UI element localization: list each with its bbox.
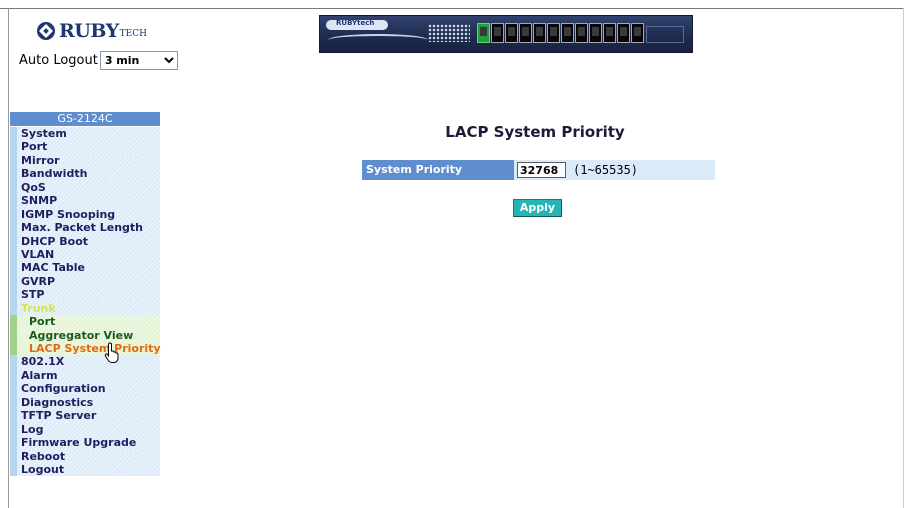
rubytech-logo: RUBY TECH (37, 20, 147, 42)
hand-cursor-icon (104, 342, 119, 363)
switch-device-image: RUBYtech (319, 15, 693, 53)
sfp-slot (646, 26, 684, 43)
sidebar-item-qos[interactable]: QoS (10, 180, 160, 195)
sidebar-item-configuration[interactable]: Configuration (10, 382, 160, 397)
sidebar-item-max-packet-length[interactable]: Max. Packet Length (10, 221, 160, 235)
port-icon (547, 23, 560, 43)
sidebar-item-bandwidth[interactable]: Bandwidth (10, 167, 160, 182)
sidebar-item-vlan[interactable]: VLAN (10, 247, 160, 262)
sidebar-item-tftp-server[interactable]: TFTP Server (10, 409, 160, 424)
sidebar-item-logout[interactable]: Logout (10, 462, 160, 477)
sidebar-item-snmp[interactable]: SNMP (10, 194, 160, 209)
apply-button[interactable]: Apply (513, 199, 562, 217)
sidebar-item-trunk[interactable]: Trunk (10, 301, 160, 316)
sidebar-model-header: GS-2124C (10, 112, 160, 126)
sidebar-item-reboot[interactable]: Reboot (10, 449, 160, 464)
sidebar-item-system[interactable]: System (10, 127, 160, 141)
port-icon (477, 23, 490, 43)
port-icon (631, 23, 644, 43)
device-brand-text: RUBYtech (336, 19, 375, 27)
port-icon (533, 23, 546, 43)
system-priority-label: System Priority (362, 160, 514, 180)
auto-logout: Auto Logout 3 min (19, 51, 178, 70)
sidebar-item-alarm[interactable]: Alarm (10, 368, 160, 383)
sidebar-subitem-trunk-port[interactable]: Port (10, 315, 160, 330)
sidebar-item-port[interactable]: Port (10, 140, 160, 155)
sidebar-item-firmware-upgrade[interactable]: Firmware Upgrade (10, 436, 160, 450)
sidebar-item-log[interactable]: Log (10, 422, 160, 437)
port-icon (575, 23, 588, 43)
port-icon (519, 23, 532, 43)
system-priority-input[interactable] (517, 162, 566, 178)
sidebar-item-igmp-snooping[interactable]: IGMP Snooping (10, 207, 160, 222)
sidebar-item-mirror[interactable]: Mirror (10, 153, 160, 168)
system-priority-row: System Priority (1~65535) (362, 160, 715, 180)
sidebar-subitem-lacp-system-priority[interactable]: LACP System Priority (10, 342, 161, 356)
logo-text: RUBY (59, 20, 119, 42)
sidebar-item-stp[interactable]: STP (10, 288, 160, 303)
port-icon (589, 23, 602, 43)
device-swoosh (328, 34, 428, 46)
device-led-panel (428, 24, 470, 42)
port-icon (505, 23, 518, 43)
sidebar-item-diagnostics[interactable]: Diagnostics (10, 395, 160, 410)
system-priority-range: (1~65535) (573, 163, 639, 177)
logo-subtext: TECH (119, 29, 147, 39)
logo-diamond-icon (37, 22, 55, 40)
port-icon (617, 23, 630, 43)
sidebar-item-gvrp[interactable]: GVRP (10, 274, 160, 289)
page-title: LACP System Priority (445, 123, 625, 141)
port-icon (603, 23, 616, 43)
port-group-3 (589, 23, 644, 44)
auto-logout-label: Auto Logout (19, 53, 98, 68)
sidebar-subitem-aggregator-view[interactable]: Aggregator View (10, 328, 160, 343)
device-brand-badge: RUBYtech (326, 19, 388, 30)
port-icon (561, 23, 574, 43)
frame-divider-left (8, 8, 9, 508)
sidebar-item-mac-table[interactable]: MAC Table (10, 261, 160, 276)
port-group-1 (477, 23, 532, 44)
sidebar-menu: GS-2124C System Port Mirror Bandwidth Qo… (10, 112, 161, 477)
port-group-2 (533, 23, 588, 44)
sidebar-item-802-1x[interactable]: 802.1X (10, 355, 160, 370)
sidebar-item-dhcp-boot[interactable]: DHCP Boot (10, 234, 160, 249)
auto-logout-select[interactable]: 3 min (99, 51, 178, 70)
window-top-border (0, 0, 904, 9)
port-icon (491, 23, 504, 43)
